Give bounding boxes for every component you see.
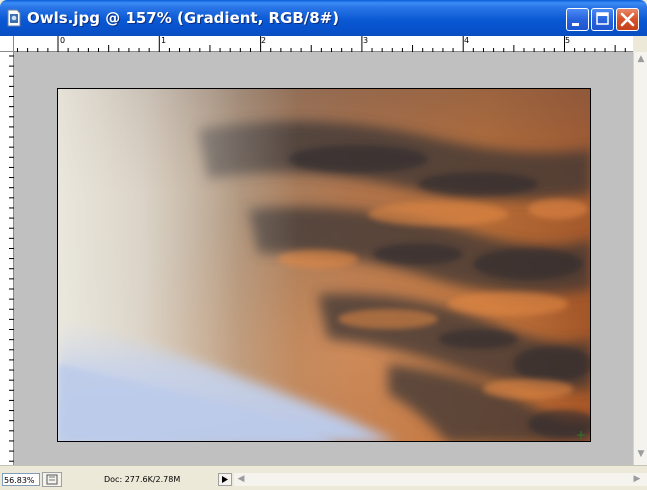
- zoom-level-field[interactable]: 56.83%: [2, 473, 40, 486]
- play-arrow-icon: [222, 476, 228, 483]
- scroll-down-icon[interactable]: ▼: [634, 449, 647, 459]
- document-size-info: Doc: 277.6K/2.78M: [104, 475, 181, 484]
- status-menu-button[interactable]: [218, 473, 232, 486]
- sunset-sky-image[interactable]: [57, 88, 591, 442]
- ruler-label: 0: [60, 36, 66, 45]
- close-icon: [620, 12, 635, 27]
- maximize-button[interactable]: [591, 8, 614, 31]
- status-bar: 56.83% Doc: 277.6K/2.78M ◀ ▶: [0, 465, 647, 490]
- ruler-label: 4: [464, 36, 470, 45]
- scroll-right-icon[interactable]: ▶: [632, 474, 642, 484]
- canvas-area[interactable]: [14, 52, 633, 465]
- photoshop-document-icon[interactable]: [6, 9, 22, 27]
- scroll-up-icon[interactable]: ▲: [634, 54, 647, 64]
- document-window: Owls.jpg @ 157% (Gradient, RGB/8#) 0 1 2…: [0, 0, 647, 490]
- navigator-icon: [46, 474, 58, 485]
- ruler-corner[interactable]: [0, 36, 14, 52]
- ruler-label: 1: [161, 36, 167, 45]
- ruler-label: 5: [565, 36, 571, 45]
- navigator-button[interactable]: [42, 472, 62, 487]
- horizontal-ruler[interactable]: 0 1 2 3 4 5: [14, 36, 633, 52]
- vertical-scrollbar[interactable]: ▲ ▼: [633, 52, 647, 465]
- title-bar[interactable]: Owls.jpg @ 157% (Gradient, RGB/8#): [0, 0, 647, 36]
- maximize-icon: [596, 12, 609, 25]
- vertical-ruler[interactable]: [0, 52, 14, 465]
- scroll-left-icon[interactable]: ◀: [236, 474, 246, 484]
- horizontal-scrollbar[interactable]: ◀ ▶: [234, 473, 647, 486]
- minimize-button[interactable]: [566, 8, 589, 31]
- minimize-icon: [572, 23, 579, 26]
- ruler-label: 3: [363, 36, 369, 45]
- close-button[interactable]: [616, 8, 639, 31]
- ruler-label: 2: [261, 36, 267, 45]
- window-title: Owls.jpg @ 157% (Gradient, RGB/8#): [27, 9, 340, 27]
